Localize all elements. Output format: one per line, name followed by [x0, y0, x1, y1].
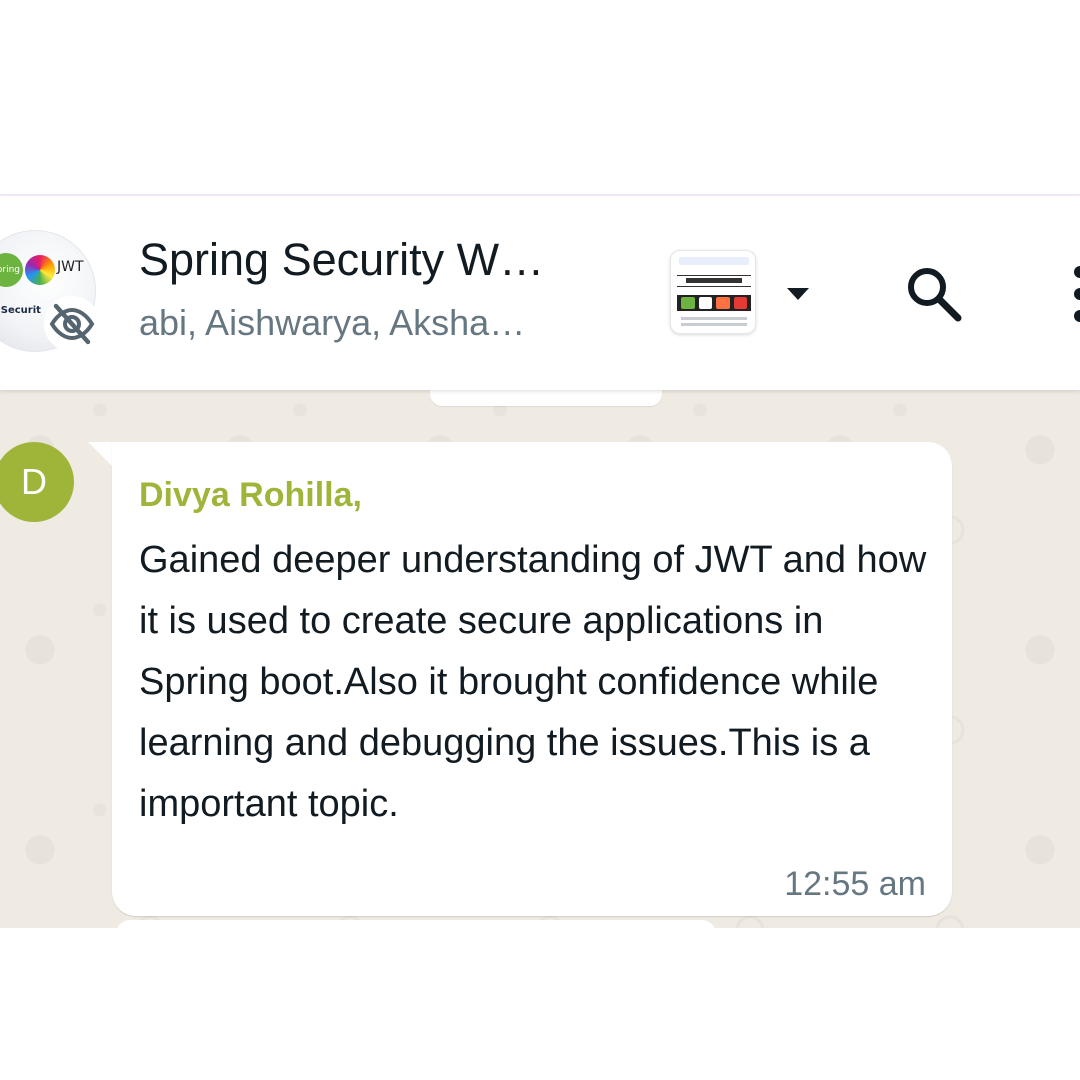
workshop-thumbnail[interactable] [670, 250, 756, 334]
avatar-logo-text: ng Securit [0, 305, 41, 316]
thumbnail-icons [677, 295, 751, 311]
sender-name[interactable]: Divya Rohilla, [139, 476, 362, 515]
sender-avatar[interactable]: D [0, 442, 74, 522]
next-message-edge [116, 920, 716, 928]
message-text: Gained deeper understanding of JWT and h… [139, 539, 927, 825]
thumbnail-caption [681, 317, 747, 320]
chat-participants[interactable]: abi, Aishwarya, Aksha… [139, 302, 525, 344]
chat-area[interactable]: D Divya Rohilla, Gained deeper understan… [0, 390, 1080, 928]
thumbnail-header [679, 257, 749, 265]
jwt-logo-text: JWT [57, 259, 84, 275]
flower-logo-icon [25, 255, 55, 285]
top-blank-area [0, 0, 1080, 194]
message-timestamp: 12:55 am [784, 865, 926, 903]
chat-title[interactable]: Spring Security W… [139, 234, 544, 286]
chat-header[interactable]: spring JWT ng Securit Spring Security W…… [0, 196, 1080, 390]
spring-logo: spring [0, 253, 23, 287]
date-divider-pill [430, 390, 662, 406]
bubble-tail [88, 442, 114, 468]
caret-down-icon[interactable] [786, 286, 810, 302]
bottom-blank-area [0, 928, 1080, 1080]
eye-off-icon [44, 296, 100, 352]
message-bubble[interactable]: Divya Rohilla, Gained deeper understandi… [112, 442, 952, 916]
thumbnail-banner [677, 275, 751, 287]
vertical-dots-icon[interactable] [1066, 264, 1080, 324]
search-icon[interactable] [902, 262, 964, 324]
